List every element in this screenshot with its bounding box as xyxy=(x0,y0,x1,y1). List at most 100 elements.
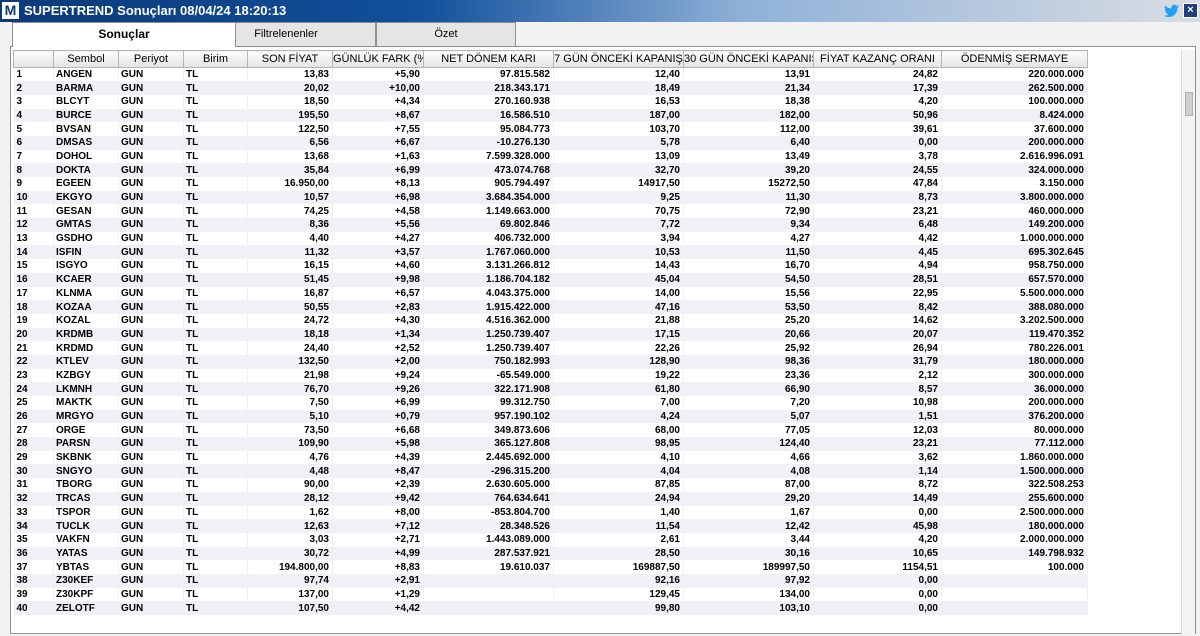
table-row[interactable]: 37 YBTAS GUN TL 194.800,00 +8,83 19.610.037 169… xyxy=(13,560,1088,574)
cell-daily-change: +9,26 xyxy=(332,382,424,396)
cell-row-index: 27 xyxy=(13,423,54,438)
cell-daily-change: +1,29 xyxy=(332,587,424,602)
table-row[interactable]: 17 KLNMA GUN TL 16,87 +6,57 4.043.375.000 14,00… xyxy=(13,286,1088,301)
cell-net-profit: 365.127.808 xyxy=(423,437,554,451)
cell-close-7d: 22,26 xyxy=(553,341,684,355)
cell-pe-ratio: 24,55 xyxy=(813,163,942,177)
table-row[interactable]: 19 KOZAL GUN TL 24,72 +4,30 4.516.362.000 21,88… xyxy=(13,313,1088,328)
table-row[interactable]: 31 TBORG GUN TL 90,00 +2,39 2.630.605.000 87,85… xyxy=(13,478,1088,492)
scrollbar-thumb[interactable] xyxy=(1185,92,1193,116)
table-row[interactable]: 29 SKBNK GUN TL 4,76 +4,39 2.445.692.000 4,10 4,… xyxy=(13,450,1088,465)
column-header-daily-change[interactable]: GÜNLÜK FARK (%) xyxy=(332,50,424,68)
table-row[interactable]: 21 KRDMD GUN TL 24,40 +2,52 1.250.739.407 22,26… xyxy=(13,341,1088,355)
cell-row-index: 25 xyxy=(13,396,54,410)
cell-net-profit: 19.610.037 xyxy=(423,560,554,574)
cell-unit: TL xyxy=(183,341,248,355)
cell-symbol: DOKTA xyxy=(53,163,119,177)
table-row[interactable]: 27 ORGE GUN TL 73,50 +6,68 349.873.606 68,00 77,… xyxy=(13,423,1088,438)
cell-daily-change: +9,24 xyxy=(332,368,424,383)
cell-net-profit: 99.312.750 xyxy=(423,396,554,410)
cell-period: GUN xyxy=(118,601,184,615)
column-header-period[interactable]: Periyot xyxy=(118,50,184,68)
table-row[interactable]: 30 SNGYO GUN TL 4,48 +8,47 -296.315.200 4,04 4,0… xyxy=(13,464,1088,479)
table-row[interactable]: 12 GMTAS GUN TL 8,36 +5,56 69.802.846 7,72 9,34 6… xyxy=(13,218,1088,232)
column-header-row-index[interactable] xyxy=(13,50,54,68)
table-row[interactable]: 20 KRDMB GUN TL 18,18 +1,34 1.250.739.407 17,15… xyxy=(13,327,1088,342)
tab-results[interactable]: Sonuçlar xyxy=(12,22,236,47)
table-row[interactable]: 14 ISFIN GUN TL 11,32 +3,57 1.767.060.000 10,53… xyxy=(13,245,1088,260)
cell-net-profit: 3.131.266.812 xyxy=(423,259,554,273)
table-row[interactable]: 15 ISGYO GUN TL 16,15 +4,60 3.131.266.812 14,43… xyxy=(13,259,1088,273)
cell-period: GUN xyxy=(118,313,184,328)
cell-unit: TL xyxy=(183,204,248,219)
cell-net-profit: -65.549.000 xyxy=(423,368,554,383)
table-row[interactable]: 32 TRCAS GUN TL 28,12 +9,42 764.634.641 24,94 29… xyxy=(13,491,1088,506)
column-header-last-price[interactable]: SON FİYAT xyxy=(247,50,333,68)
cell-row-index: 21 xyxy=(13,341,54,355)
cell-daily-change: +4,34 xyxy=(332,94,424,109)
cell-symbol: BLCYT xyxy=(53,94,119,109)
column-header-pe-ratio[interactable]: FİYAT KAZANÇ ORANI xyxy=(813,50,942,68)
cell-pe-ratio: 4,94 xyxy=(813,259,942,273)
table-row[interactable]: 18 KOZAA GUN TL 50,55 +2,83 1.915.422.000 47,16… xyxy=(13,300,1088,314)
table-row[interactable]: 5 BVSAN GUN TL 122,50 +7,55 95.084.773 103,70 11… xyxy=(13,122,1088,136)
tab-summary[interactable]: Özet xyxy=(376,22,516,46)
cell-paid-capital: 958.750.000 xyxy=(941,259,1088,273)
table-row[interactable]: 40 ZELOTF GUN TL 107,50 +4,42 99,80 103,10 0,00 xyxy=(13,601,1088,615)
column-header-close-30d[interactable]: 30 GÜN ÖNCEKİ KAPANIŞ xyxy=(683,50,814,68)
table-row[interactable]: 34 TUCLK GUN TL 12,63 +7,12 28.348.526 11,54 12,… xyxy=(13,519,1088,533)
table-row[interactable]: 7 DOHOL GUN TL 13,68 +1,63 7.599.328.000 13,09 1… xyxy=(13,149,1088,164)
table-row[interactable]: 16 KCAER GUN TL 51,45 +9,98 1.186.704.182 45,04… xyxy=(13,272,1088,287)
table-row[interactable]: 28 PARSN GUN TL 109,90 +5,98 365.127.808 98,95 1… xyxy=(13,437,1088,451)
cell-pe-ratio: 4,20 xyxy=(813,532,942,547)
table-row[interactable]: 23 KZBGY GUN TL 21,98 +9,24 -65.549.000 19,22 23… xyxy=(13,368,1088,383)
close-button[interactable]: × xyxy=(1183,3,1198,18)
table-row[interactable]: 3 BLCYT GUN TL 18,50 +4,34 270.160.938 16,53 18,… xyxy=(13,94,1088,109)
title-bar: M SUPERTREND Sonuçları 08/04/24 18:20:13… xyxy=(0,0,1200,22)
column-header-paid-capital[interactable]: ÖDENMİŞ SERMAYE xyxy=(941,50,1088,68)
table-row[interactable]: 10 EKGYO GUN TL 10,57 +6,98 3.684.354.000 9,25 1… xyxy=(13,190,1088,205)
window-title: SUPERTREND Sonuçları 08/04/24 18:20:13 xyxy=(24,3,287,18)
column-header-net-profit[interactable]: NET DÖNEM KARI xyxy=(423,50,554,68)
cell-pe-ratio: 17,39 xyxy=(813,81,942,95)
table-row[interactable]: 33 TSPOR GUN TL 1,62 +8,00 -853.804.700 1,40 1,6… xyxy=(13,505,1088,520)
cell-net-profit: 4.043.375.000 xyxy=(423,286,554,301)
table-row[interactable]: 38 Z30KEF GUN TL 97,74 +2,91 92,16 97,92 0,00 xyxy=(13,573,1088,588)
cell-symbol: DMSAS xyxy=(53,135,119,150)
table-row[interactable]: 24 LKMNH GUN TL 76,70 +9,26 322.171.908 61,80 66… xyxy=(13,382,1088,396)
table-row[interactable]: 2 BARMA GUN TL 20,02 +10,00 218.343.171 18,49 21… xyxy=(13,81,1088,95)
table-row[interactable]: 4 BURCE GUN TL 195,50 +8,67 16.586.510 187,00 18… xyxy=(13,108,1088,123)
table-row[interactable]: 39 Z30KPF GUN TL 137,00 +1,29 129,45 134,00 0,00 xyxy=(13,587,1088,602)
cell-daily-change: +6,57 xyxy=(332,286,424,301)
cell-symbol: BVSAN xyxy=(53,122,119,136)
column-header-unit[interactable]: Birim xyxy=(183,50,248,68)
table-row[interactable]: 9 EGEEN GUN TL 16.950,00 +8,13 905.794.497 1491… xyxy=(13,177,1088,191)
cell-period: GUN xyxy=(118,341,184,355)
cell-pe-ratio: 0,00 xyxy=(813,505,942,520)
table-row[interactable]: 26 MRGYO GUN TL 5,10 +0,79 957.190.102 4,24 5,07… xyxy=(13,409,1088,424)
cell-daily-change: +4,30 xyxy=(332,313,424,328)
table-row[interactable]: 11 GESAN GUN TL 74,25 +4,58 1.149.663.000 70,75… xyxy=(13,204,1088,219)
cell-close-7d: 32,70 xyxy=(553,163,684,177)
column-header-close-7d[interactable]: 7 GÜN ÖNCEKİ KAPANIŞ xyxy=(553,50,684,68)
cell-unit: TL xyxy=(183,409,248,424)
table-row[interactable]: 22 KTLEV GUN TL 132,50 +2,00 750.182.993 128,90… xyxy=(13,354,1088,369)
table-row[interactable]: 36 YATAS GUN TL 30,72 +4,99 287.537.921 28,50 30… xyxy=(13,546,1088,561)
table-row[interactable]: 1 ANGEN GUN TL 13,83 +5,90 97.815.582 12,40 13,9… xyxy=(13,67,1088,82)
cell-last-price: 50,55 xyxy=(247,300,333,314)
column-header-symbol[interactable]: Sembol xyxy=(53,50,119,68)
cell-unit: TL xyxy=(183,163,248,177)
table-row[interactable]: 35 VAKFN GUN TL 3,03 +2,71 1.443.089.000 2,61 3,… xyxy=(13,532,1088,547)
twitter-icon[interactable] xyxy=(1164,4,1179,18)
cell-close-7d: 10,53 xyxy=(553,245,684,260)
cell-unit: TL xyxy=(183,505,248,520)
table-row[interactable]: 8 DOKTA GUN TL 35,84 +6,99 473.074.768 32,70 39,… xyxy=(13,163,1088,177)
cell-net-profit: 1.443.089.000 xyxy=(423,532,554,547)
cell-paid-capital: 200.000.000 xyxy=(941,396,1088,410)
cell-last-price: 1,62 xyxy=(247,505,333,520)
cell-period: GUN xyxy=(118,587,184,602)
table-row[interactable]: 6 DMSAS GUN TL 6,56 +6,67 -10.276.130 5,78 6,40 0… xyxy=(13,135,1088,150)
table-row[interactable]: 25 MAKTK GUN TL 7,50 +6,99 99.312.750 7,00 7,20 1… xyxy=(13,396,1088,410)
vertical-scrollbar[interactable] xyxy=(1181,50,1195,634)
table-row[interactable]: 13 GSDHO GUN TL 4,40 +4,27 406.732.000 3,94 4,27… xyxy=(13,231,1088,246)
